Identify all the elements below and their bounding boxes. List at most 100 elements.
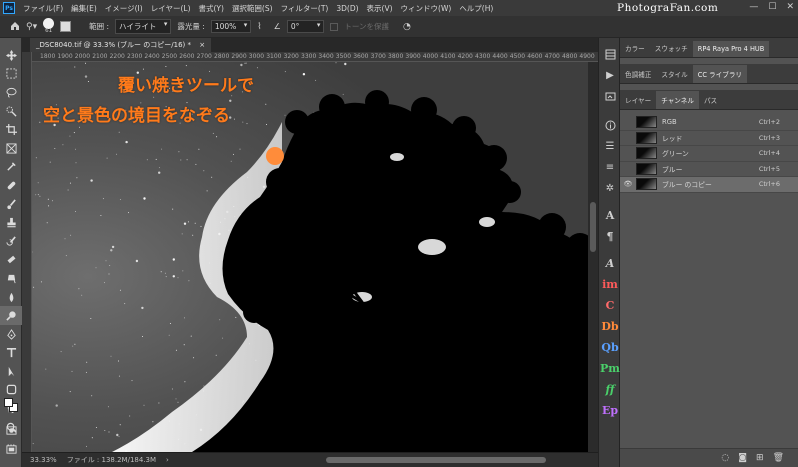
tab-adjustments[interactable]: 色調補正 [620,65,656,83]
glyphs-panel-icon[interactable]: A [599,253,621,274]
type-tool-icon[interactable] [0,344,22,363]
exposure-select[interactable]: 100% [210,20,252,33]
save-selection-icon[interactable]: ◙ [738,453,747,463]
home-icon[interactable] [10,21,20,33]
star [178,151,180,153]
character-panel-icon[interactable]: A [599,205,621,226]
lasso-tool-icon[interactable] [0,83,22,102]
menu-window[interactable]: ウィンドウ(W) [397,3,456,14]
channel-row-green[interactable]: グリーン Ctrl+4 [620,146,798,162]
quick-select-tool-icon[interactable] [0,102,22,121]
menu-3d[interactable]: 3D(D) [332,4,362,13]
zoom-level[interactable]: 33.33% [30,456,57,464]
maximize-button[interactable]: ☐ [768,2,776,12]
blur-tool-icon[interactable] [0,288,22,307]
visibility-eye-icon[interactable]: 👁 [620,180,636,188]
history-panel-icon[interactable] [599,44,621,65]
angle-input[interactable]: 0° [286,20,325,33]
horizontal-scroll-thumb[interactable] [326,457,546,463]
channel-row-rgb[interactable]: RGB Ctrl+2 [620,115,798,131]
crop-tool-icon[interactable] [0,120,22,139]
plugin-im-icon[interactable]: im [599,274,621,295]
plugin-qb-icon[interactable]: Qb [599,337,621,358]
plugin-db-icon[interactable]: Db [599,316,621,337]
paragraph-panel-icon[interactable]: ¶ [599,226,621,247]
quick-mask-icon[interactable] [0,421,22,440]
protect-tones-checkbox[interactable] [330,22,339,31]
status-menu-arrow[interactable]: › [166,456,169,464]
load-selection-icon[interactable]: ◌ [721,453,729,463]
channel-shortcut: Ctrl+3 [758,133,780,142]
menu-view[interactable]: 表示(V) [363,3,397,14]
ruler-tick-label: 3000 [248,53,265,60]
brush-tool-icon[interactable] [0,195,22,214]
dodge-tool-icon[interactable] [0,306,22,325]
menu-layer[interactable]: レイヤー(L) [147,3,195,14]
star [315,79,317,81]
range-select[interactable]: ハイライト [115,19,172,34]
tab-layers[interactable]: レイヤー [620,91,656,109]
close-document-icon[interactable]: × [199,41,205,49]
plugin-pm-icon[interactable]: Pm [599,358,621,379]
horizontal-scrollbar[interactable] [326,456,588,464]
minimize-button[interactable]: — [749,2,758,12]
new-channel-icon[interactable]: ⊞ [756,453,764,463]
tab-cc-libraries[interactable]: CC ライブラリ [692,65,748,83]
properties-panel-icon[interactable]: ≡ [599,157,621,178]
tab-swatches[interactable]: スウォッチ [650,39,693,57]
pressure-size-icon[interactable]: ◔ [403,22,411,32]
tab-raya-pro[interactable]: RP4 Raya Pro 4 HUB [692,41,770,57]
spot-healing-tool-icon[interactable] [0,176,22,195]
airbrush-icon[interactable]: ⌇ [257,22,261,32]
brush-settings-icon[interactable] [60,21,72,32]
menu-help[interactable]: ヘルプ(H) [455,3,497,14]
delete-channel-icon[interactable]: 🗑 [773,453,784,463]
menu-edit[interactable]: 編集(E) [67,3,101,14]
move-tool-icon[interactable] [0,46,22,65]
color-swatches[interactable] [4,398,18,412]
frame-tool-icon[interactable] [0,139,22,158]
plugin-c-icon[interactable]: C [599,295,621,316]
shape-tool-icon[interactable] [0,381,22,400]
clone-stamp-tool-icon[interactable] [0,213,22,232]
brush-preset-picker[interactable]: 61 [43,18,55,35]
tab-styles[interactable]: スタイル [656,65,692,83]
ruler-tick-label: 2000 [74,53,91,60]
star [171,388,173,390]
close-window-button[interactable]: ✕ [786,2,794,12]
document-tab[interactable]: _DSC8040.tif @ 33.3% (ブルー のコピー/16) * × [30,38,212,52]
star [212,132,214,134]
menu-image[interactable]: イメージ(I) [101,3,147,14]
tab-color[interactable]: カラー [620,39,650,57]
channel-row-blue[interactable]: ブルー Ctrl+5 [620,162,798,177]
screen-mode-icon[interactable] [0,440,22,459]
adjustments-panel-icon[interactable]: ☰ [599,136,621,157]
tab-channels[interactable]: チャンネル [656,91,699,109]
eraser-tool-icon[interactable] [0,251,22,270]
history-brush-tool-icon[interactable] [0,232,22,251]
gradient-tool-icon[interactable] [0,269,22,288]
foreground-color-swatch[interactable] [4,398,13,407]
channel-row-blue-copy[interactable]: 👁 ブルー のコピー Ctrl+6 [620,177,798,193]
vertical-scrollbar[interactable] [588,62,598,452]
menu-select[interactable]: 選択範囲(S) [228,3,277,14]
brush-settings-panel-icon[interactable]: ✲ [599,178,621,199]
vertical-scroll-thumb[interactable] [590,202,596,252]
actions-panel-icon[interactable]: ▶ [599,65,621,86]
path-select-tool-icon[interactable] [0,362,22,381]
info-panel-icon[interactable] [599,115,621,136]
menu-type[interactable]: 書式(Y) [195,3,228,14]
dodge-tool-preset-icon[interactable]: ⚲▾ [26,22,37,32]
tab-paths[interactable]: パス [699,91,722,109]
marquee-tool-icon[interactable] [0,65,22,84]
plugin-ff-icon[interactable]: ff [599,379,621,400]
library-panel-icon[interactable] [599,86,621,107]
ruler-tick-label: 3900 [405,53,421,60]
menu-file[interactable]: ファイル(F) [19,3,67,14]
ruler-tick-label: 4800 [562,53,578,60]
menu-filter[interactable]: フィルター(T) [277,3,333,14]
eyedropper-tool-icon[interactable] [0,158,22,177]
pen-tool-icon[interactable] [0,325,22,344]
plugin-ep-icon[interactable]: Ep [599,400,621,421]
channel-row-red[interactable]: レッド Ctrl+3 [620,131,798,146]
